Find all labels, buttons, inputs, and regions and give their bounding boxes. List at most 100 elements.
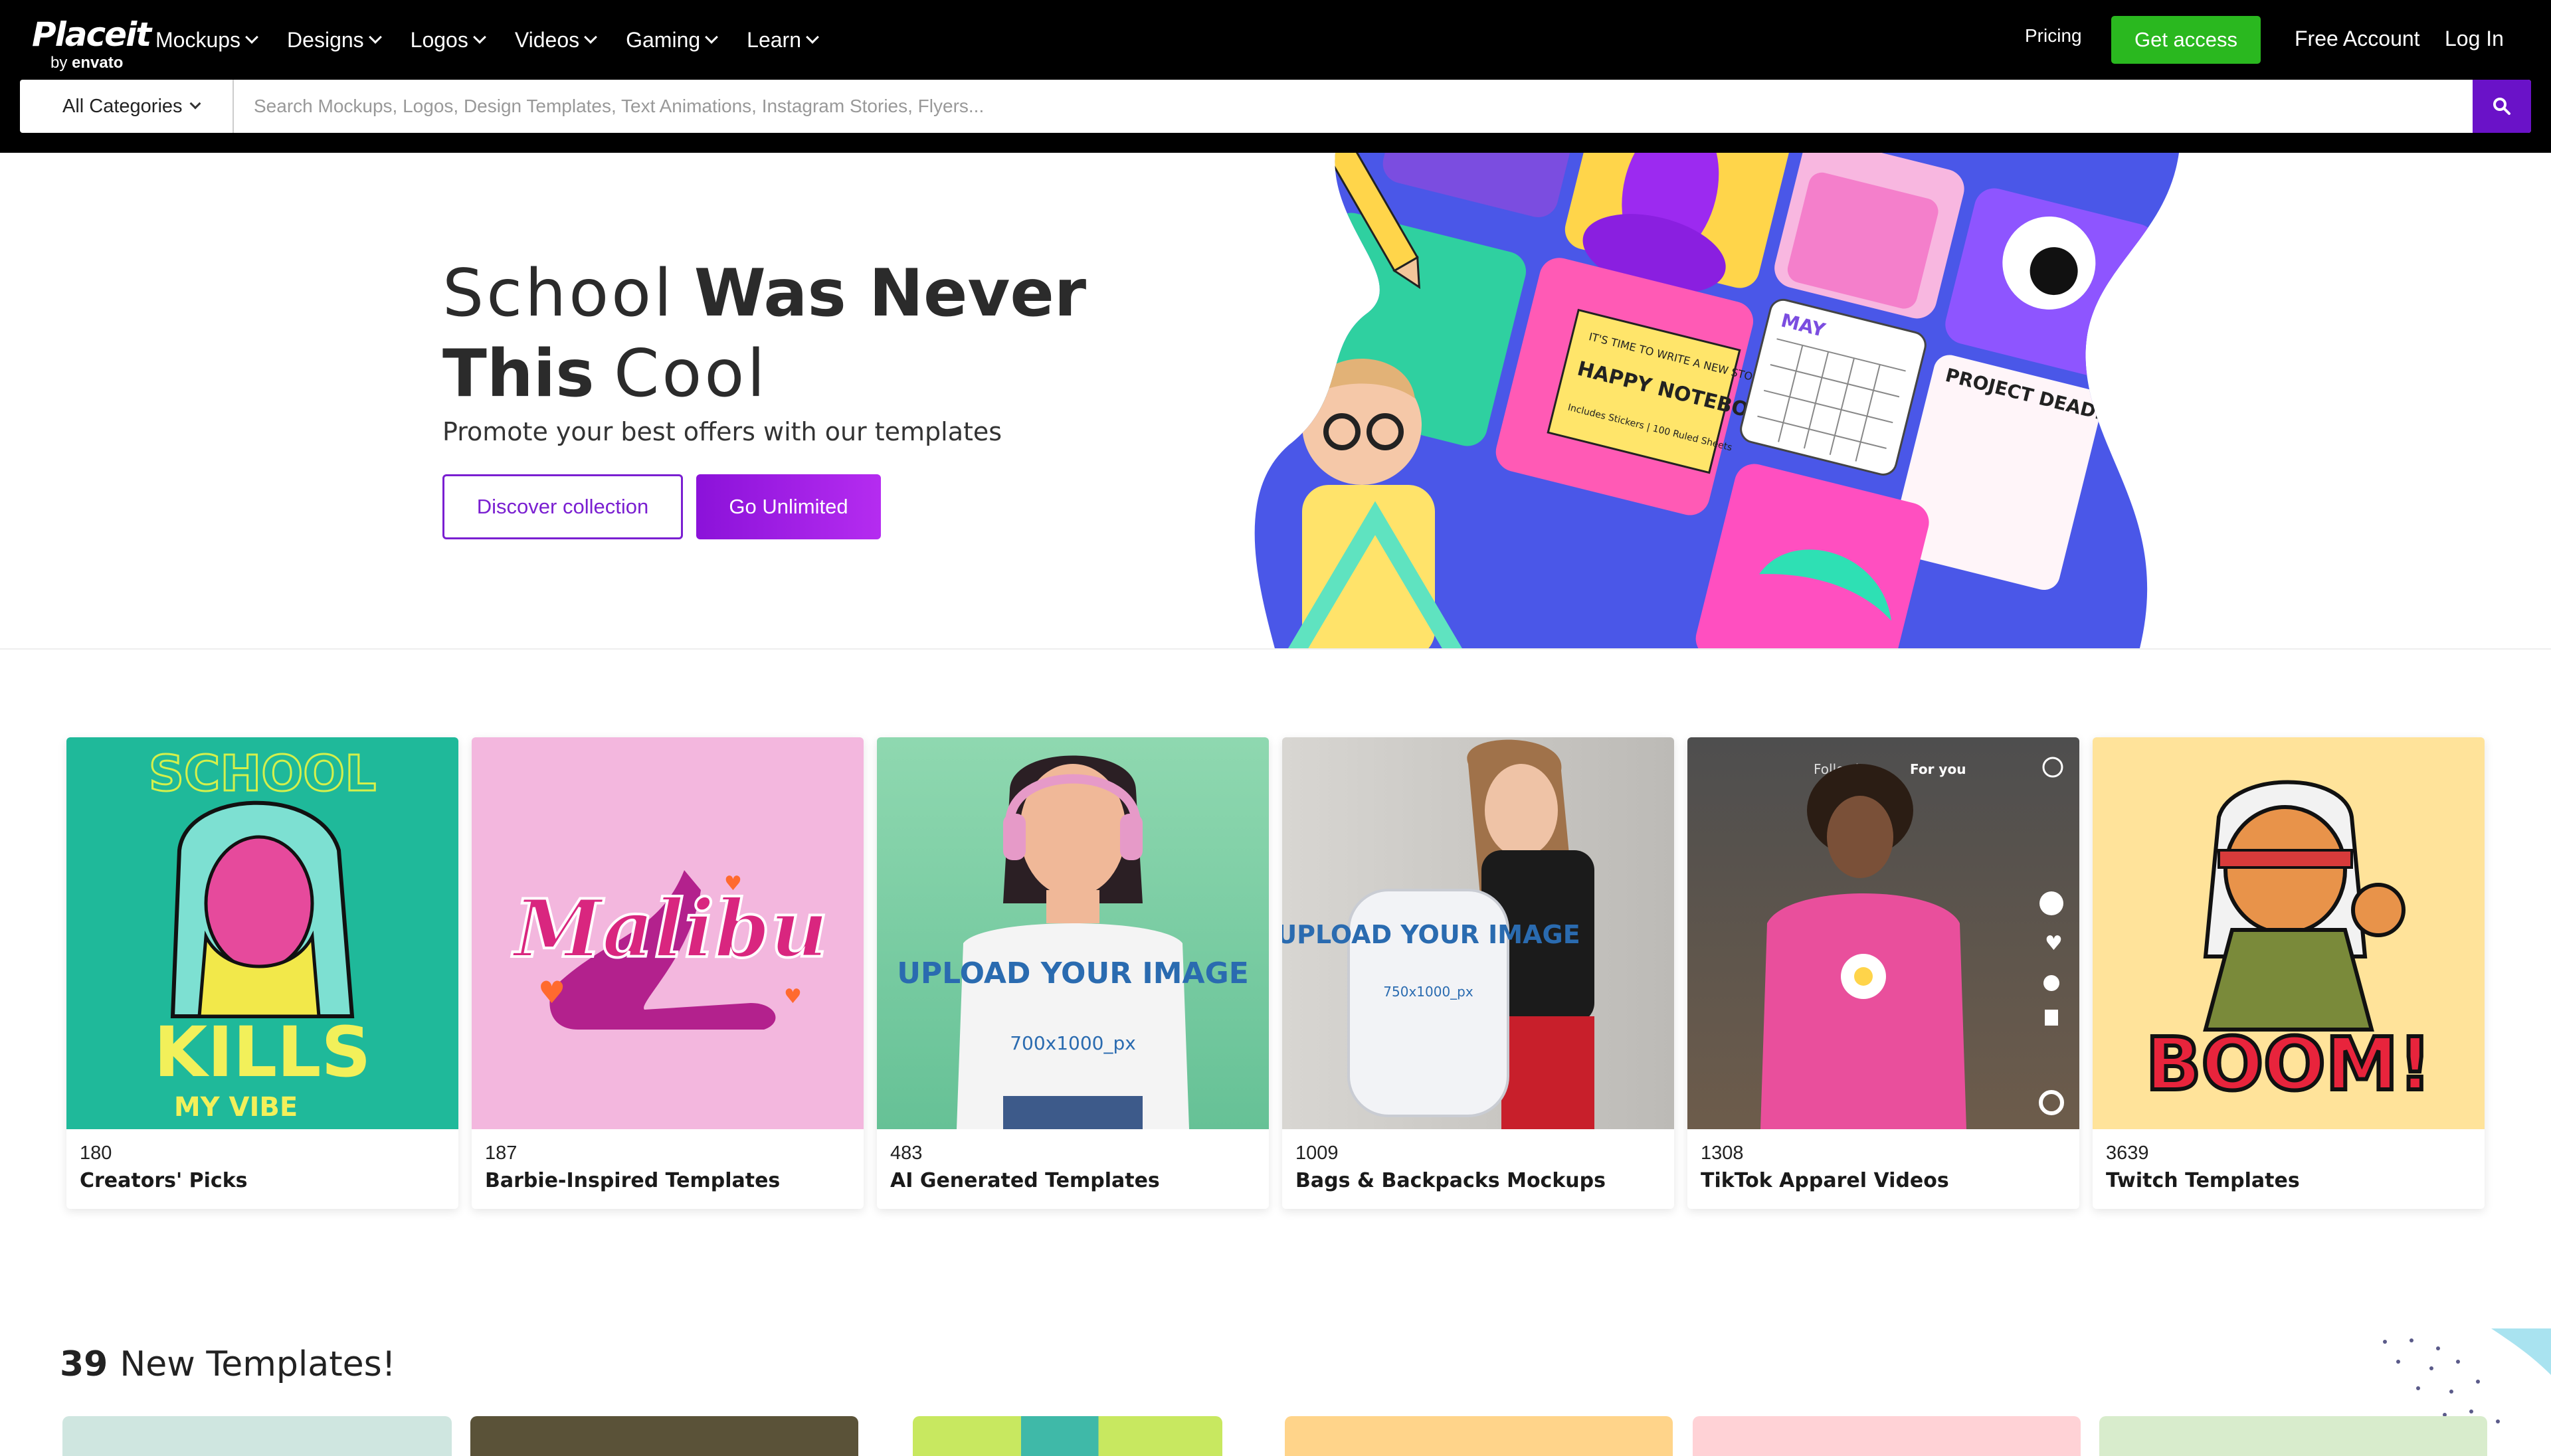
hero-title: School Was Never This Cool — [442, 252, 1173, 413]
art-sub-text: MY VIBE — [174, 1092, 298, 1123]
logo-by: by — [50, 54, 68, 72]
chevron-down-icon — [705, 31, 719, 44]
card-thumbnail: Following For you ♥ — [1687, 737, 2079, 1129]
art-main-text: BOOM! — [2146, 1022, 2432, 1107]
logo-byline: by envato — [50, 54, 150, 72]
art-main-text: KILLS — [154, 1012, 371, 1093]
nav-logos[interactable]: Logos — [410, 24, 486, 56]
card-count: 187 — [485, 1142, 518, 1164]
svg-text:♥: ♥ — [2045, 932, 2063, 955]
tiktok-side-icons: ♥ — [2039, 891, 2064, 1115]
card-title: AI Generated Templates — [890, 1169, 1160, 1192]
hero-title-was-never: Was Never — [694, 256, 1087, 331]
art-top-text: SCHOOL — [149, 745, 377, 802]
heart-icon: ♥ — [538, 974, 565, 1010]
card-thumbnail: UPLOAD YOUR IMAGE 700x1000_px — [877, 737, 1269, 1129]
nav-label: Designs — [287, 27, 364, 52]
hero-banner: School Was Never This Cool Promote your … — [0, 153, 2551, 650]
nav-videos[interactable]: Videos — [514, 24, 598, 56]
heart-icon: ♥ — [784, 985, 802, 1008]
card-count: 483 — [890, 1142, 923, 1164]
template-preview[interactable] — [913, 1416, 1222, 1456]
chevron-down-icon — [472, 31, 486, 44]
free-account-link[interactable]: Free Account — [2295, 27, 2420, 51]
card-title: Creators' Picks — [80, 1169, 248, 1192]
hero-title-this: This — [442, 336, 595, 412]
art-sub-text: 750x1000_px — [1383, 984, 1473, 1000]
barbie-artwork: Malibu ♥ ♥ ♥ — [510, 870, 829, 1030]
card-count: 3639 — [2106, 1142, 2149, 1164]
template-preview[interactable] — [1693, 1416, 2081, 1456]
category-card[interactable]: UPLOAD YOUR IMAGE 750x1000_px 1009 Bags … — [1282, 737, 1674, 1209]
new-templates-label: New Templates! — [120, 1344, 396, 1384]
search-button[interactable] — [2473, 80, 2531, 133]
category-card[interactable]: Malibu ♥ ♥ ♥ 187 Barbie-Inspired Templat… — [472, 737, 864, 1209]
twitch-artwork: BOOM! — [2144, 780, 2433, 1109]
template-preview[interactable] — [1285, 1416, 1673, 1456]
category-select-value: All Categories — [62, 95, 183, 117]
card-thumbnail: UPLOAD YOUR IMAGE 750x1000_px — [1282, 737, 1674, 1129]
template-preview[interactable] — [2099, 1416, 2487, 1456]
art-sub-text: 700x1000_px — [1010, 1032, 1136, 1054]
hero-title-school: School — [442, 256, 675, 331]
art-main-text: UPLOAD YOUR IMAGE — [1282, 920, 1580, 949]
category-cards: SCHOOL KILLS MY VIBE 180 Creators' Picks… — [66, 737, 2485, 1209]
go-unlimited-button[interactable]: Go Unlimited — [696, 474, 881, 539]
backpack-artwork: UPLOAD YOUR IMAGE 750x1000_px — [1282, 739, 1594, 1129]
card-thumbnail: BOOM! — [2093, 737, 2485, 1129]
search-icon — [2493, 98, 2510, 115]
category-card[interactable]: Following For you ♥ 1308 TikTok Apparel … — [1687, 737, 2079, 1209]
category-card[interactable]: SCHOOL KILLS MY VIBE 180 Creators' Picks — [66, 737, 458, 1209]
login-link[interactable]: Log In — [2445, 27, 2504, 51]
nav-mockups[interactable]: Mockups — [155, 24, 258, 56]
hero-subtitle: Promote your best offers with our templa… — [442, 417, 1002, 446]
new-templates-heading: 39 New Templates! — [60, 1344, 396, 1384]
search-input[interactable] — [234, 80, 2493, 133]
card-title: Barbie-Inspired Templates — [485, 1169, 781, 1192]
ai-generated-artwork: UPLOAD YOUR IMAGE 700x1000_px — [897, 755, 1249, 1129]
template-preview[interactable] — [62, 1416, 452, 1456]
tiktok-artwork: Following For you ♥ — [1760, 757, 2064, 1129]
nav-label: Learn — [747, 27, 801, 52]
chevron-down-icon — [584, 31, 598, 44]
nav-gaming[interactable]: Gaming — [626, 24, 719, 56]
pricing-link[interactable]: Pricing — [2025, 25, 2082, 46]
card-count: 1009 — [1295, 1142, 1339, 1164]
chevron-down-icon — [368, 31, 382, 44]
art-main-text: Malibu — [512, 882, 828, 976]
chevron-down-icon — [806, 31, 819, 44]
hero-title-cool: Cool — [614, 336, 768, 412]
category-card[interactable]: UPLOAD YOUR IMAGE 700x1000_px 483 AI Gen… — [877, 737, 1269, 1209]
placeit-logo[interactable]: Placeit by envato — [32, 15, 151, 72]
card-thumbnail: Malibu ♥ ♥ ♥ — [472, 737, 864, 1129]
template-preview[interactable] — [470, 1416, 858, 1456]
new-templates-count: 39 — [60, 1344, 108, 1384]
nav-designs[interactable]: Designs — [287, 24, 382, 56]
category-select[interactable]: All Categories — [20, 80, 234, 133]
card-count: 180 — [80, 1142, 112, 1164]
discover-collection-button[interactable]: Discover collection — [442, 474, 683, 539]
category-card[interactable]: BOOM! 3639 Twitch Templates — [2093, 737, 2485, 1209]
chevron-down-icon — [245, 31, 258, 44]
nav-label: Videos — [514, 27, 580, 52]
nav-learn[interactable]: Learn — [747, 24, 819, 56]
get-access-button[interactable]: Get access — [2111, 16, 2261, 64]
card-title: TikTok Apparel Videos — [1701, 1169, 1949, 1192]
art-sub-text: For you — [1910, 761, 1966, 777]
nav-label: Gaming — [626, 27, 701, 52]
main-nav: Mockups Designs Logos Videos Gaming Lear… — [155, 24, 848, 56]
hero-collage-image[interactable]: IT'S TIME TO WRITE A NEW STORY HAPPY NOT… — [1249, 153, 2192, 650]
card-count: 1308 — [1701, 1142, 1744, 1164]
card-title: Bags & Backpacks Mockups — [1295, 1169, 1606, 1192]
card-title: Twitch Templates — [2106, 1169, 2300, 1192]
search-bar: All Categories — [20, 80, 2531, 133]
nav-label: Mockups — [155, 27, 241, 52]
logo-envato: envato — [72, 54, 124, 72]
nav-label: Logos — [410, 27, 468, 52]
chevron-down-icon — [189, 98, 201, 110]
top-navigation-bar: Placeit by envato Mockups Designs Logos … — [0, 0, 2551, 153]
logo-wordmark: Placeit — [32, 15, 151, 54]
art-main-text: UPLOAD YOUR IMAGE — [897, 956, 1249, 990]
card-thumbnail: SCHOOL KILLS MY VIBE — [66, 737, 458, 1129]
heart-icon: ♥ — [724, 872, 742, 895]
